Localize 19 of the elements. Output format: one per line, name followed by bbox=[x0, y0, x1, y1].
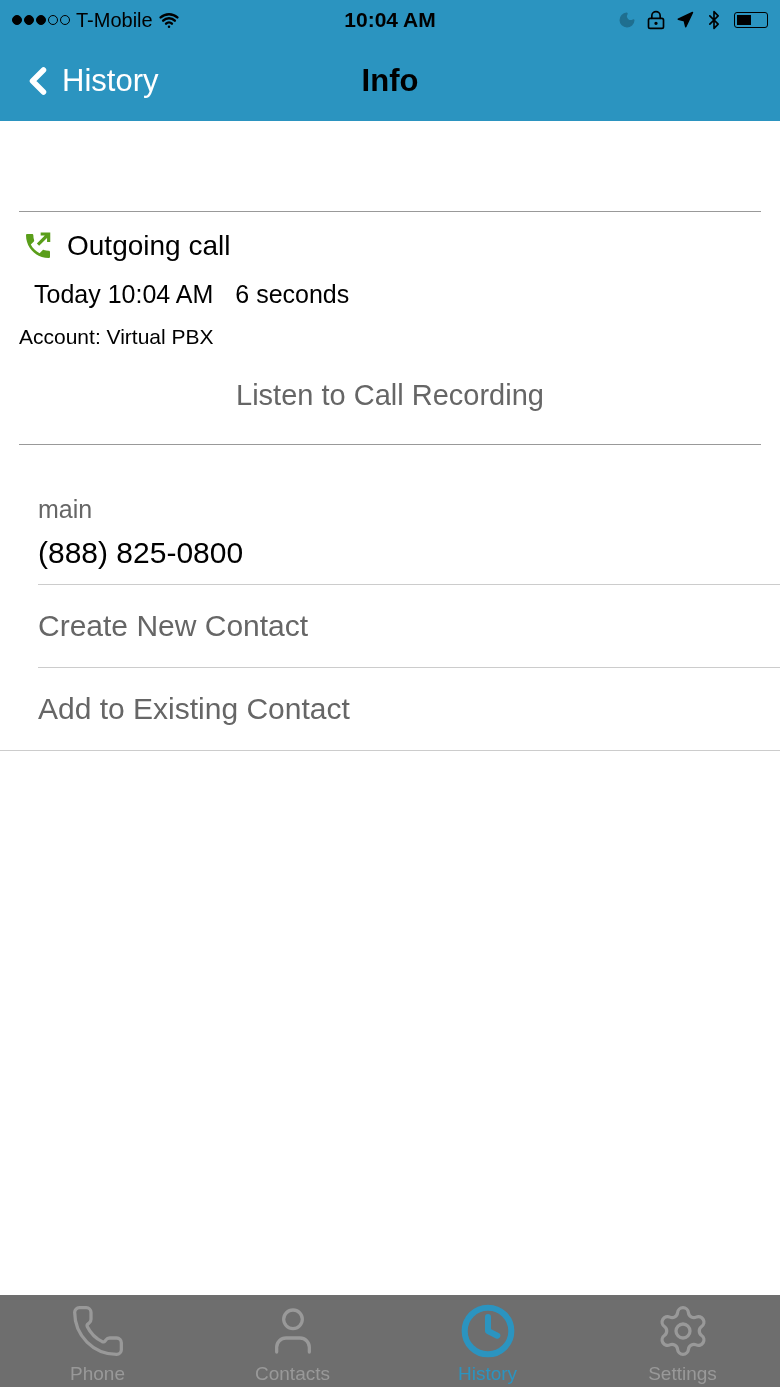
account-label: Account: Virtual PBX bbox=[19, 325, 215, 349]
call-duration: 6 seconds bbox=[235, 280, 350, 309]
recording-link[interactable]: Listen to Call Recording bbox=[236, 379, 544, 412]
call-time: Today 10:04 AM bbox=[34, 280, 214, 309]
clock-icon bbox=[459, 1303, 516, 1359]
wifi-icon bbox=[158, 10, 179, 30]
rotation-lock-icon bbox=[646, 10, 666, 30]
number-label: main bbox=[38, 495, 94, 524]
back-button[interactable]: History bbox=[16, 58, 159, 103]
contact-action[interactable]: Create New Contact bbox=[38, 584, 780, 667]
phone-number: (888) 825-0800 bbox=[38, 536, 245, 571]
screen-title: Info bbox=[361, 62, 419, 99]
moon-icon bbox=[618, 11, 636, 29]
battery-icon bbox=[734, 12, 768, 28]
carrier-name: T-Mobile bbox=[76, 8, 153, 32]
location-icon bbox=[676, 11, 694, 29]
status-time: 10:04 AM bbox=[344, 8, 436, 32]
contact-action[interactable]: Add to Existing Contact bbox=[38, 667, 780, 750]
call-type: Outgoing call bbox=[67, 230, 231, 262]
